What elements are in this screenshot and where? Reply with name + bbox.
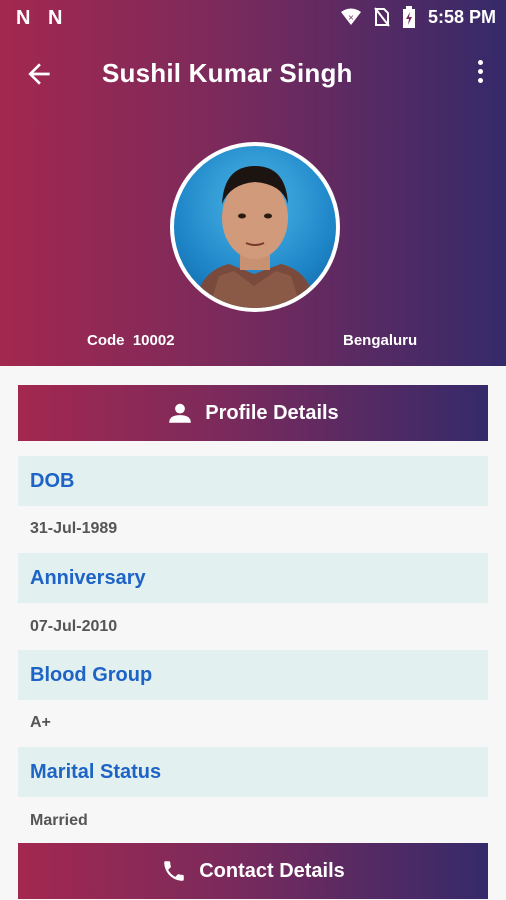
- svg-text:×: ×: [348, 13, 355, 22]
- status-time: 5:58 PM: [427, 6, 496, 27]
- marital-status-value: Married: [30, 812, 88, 829]
- contact-details-header[interactable]: Contact Details: [18, 843, 488, 899]
- profile-details-header[interactable]: Profile Details: [18, 385, 488, 441]
- status-bar: N N × 5:58 PM: [0, 0, 506, 34]
- notification-n-icon: N: [48, 7, 63, 29]
- profile-details-label: Profile Details: [205, 401, 339, 424]
- anniversary-value: 07-Jul-2010: [30, 618, 118, 635]
- dob-label: DOB: [18, 456, 488, 506]
- location-label: Bengaluru: [343, 332, 418, 349]
- blood-group-value: A+: [30, 714, 51, 731]
- wifi-icon: ×: [340, 8, 361, 25]
- marital-status-label: Marital Status: [18, 747, 488, 797]
- more-vert-icon[interactable]: [474, 60, 486, 88]
- battery-icon: [402, 6, 415, 28]
- blood-group-label: Blood Group: [18, 650, 488, 700]
- contact-details-label: Contact Details: [199, 859, 345, 882]
- code-value: 10002: [132, 332, 175, 349]
- avatar: [170, 142, 340, 312]
- employee-code: Code 10002: [87, 332, 175, 349]
- anniversary-label: Anniversary: [18, 553, 488, 603]
- phone-icon: [164, 861, 184, 881]
- profile-header: Code 10002 Bengaluru: [0, 114, 506, 366]
- no-sim-icon: [374, 7, 390, 27]
- dob-value: 31-Jul-1989: [30, 520, 118, 537]
- app-bar: Sushil Kumar Singh: [0, 34, 506, 114]
- person-icon: [169, 403, 192, 423]
- code-label: Code: [87, 332, 125, 349]
- notification-n-icon: N: [16, 7, 31, 29]
- page-title: Sushil Kumar Singh: [102, 58, 353, 88]
- back-arrow-icon[interactable]: [22, 58, 56, 90]
- status-icons: × 5:58 PM: [340, 6, 496, 28]
